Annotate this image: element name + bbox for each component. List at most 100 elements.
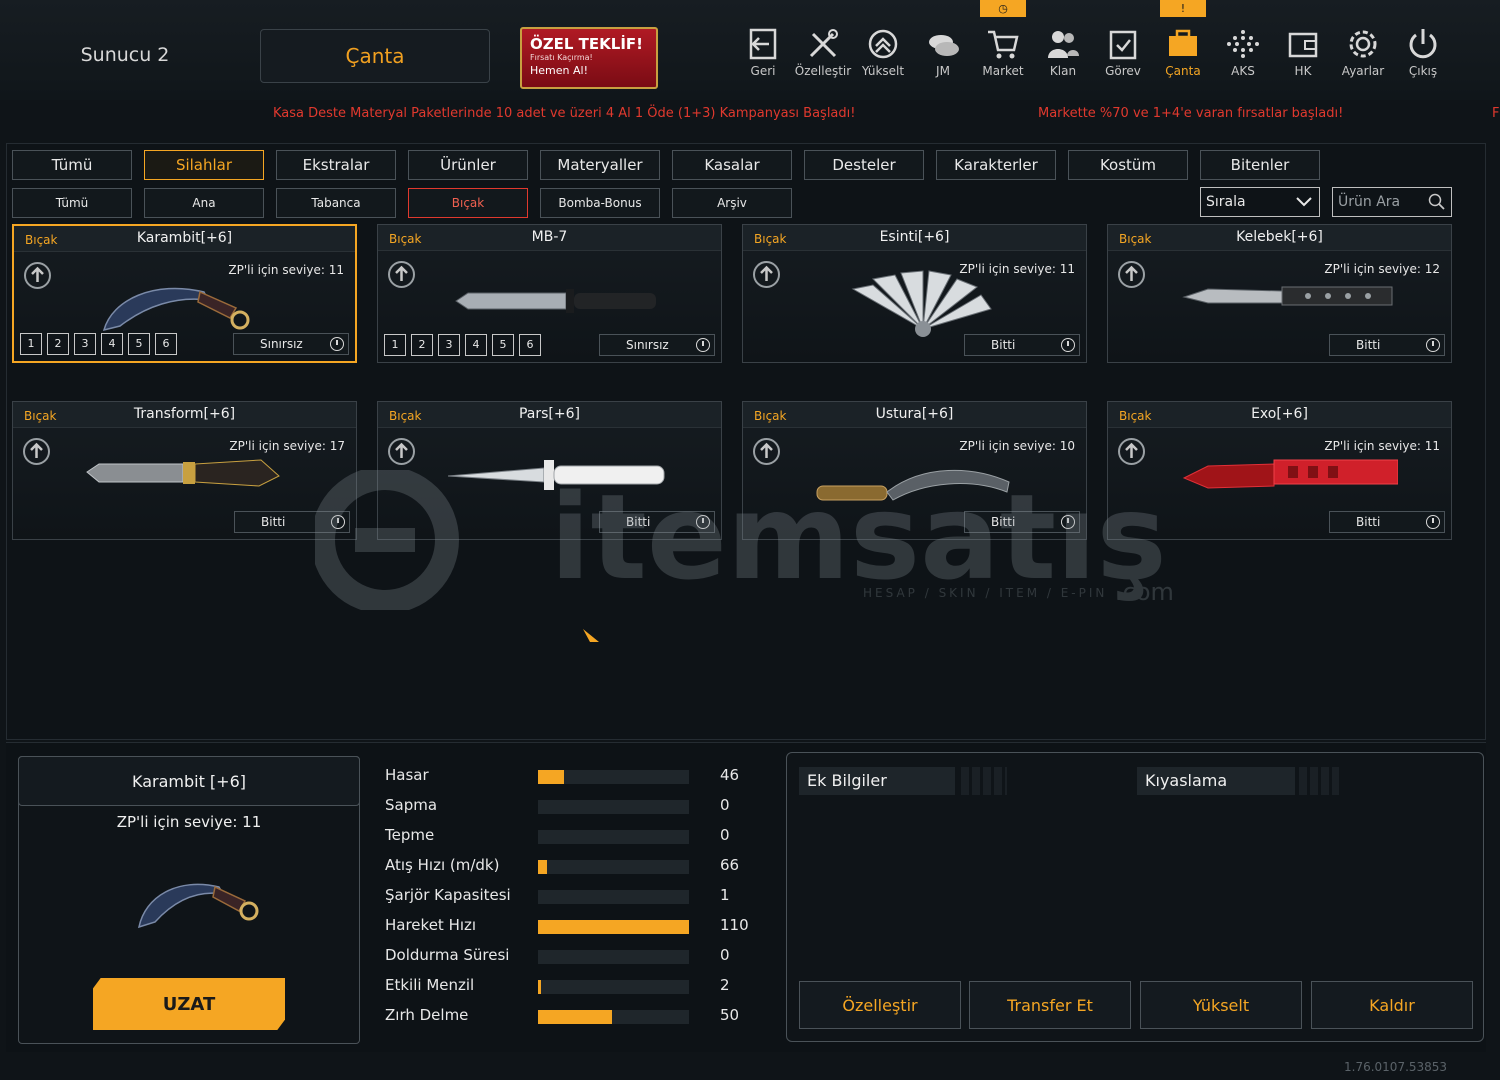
upgrade-arrow-icon[interactable] xyxy=(388,261,415,288)
tab-5[interactable]: Kasalar xyxy=(672,150,792,180)
slot-5[interactable]: 5 xyxy=(492,334,514,356)
upgrade-arrow-icon[interactable] xyxy=(23,438,50,465)
tab-extra-info[interactable]: Ek Bilgiler xyxy=(799,767,955,795)
slot-3[interactable]: 3 xyxy=(438,334,460,356)
clock-icon xyxy=(1061,338,1075,352)
slot-row: 123456 xyxy=(384,334,541,356)
subtab-5[interactable]: Arşiv xyxy=(672,188,792,218)
tab-7[interactable]: Karakterler xyxy=(936,150,1056,180)
item-name: Kelebek[+6] xyxy=(1236,229,1323,245)
nav-label: Klan xyxy=(1049,64,1077,78)
stat-bar-fill xyxy=(538,920,689,934)
market-timer-badge: ◷ xyxy=(980,0,1026,17)
upgrade-arrow-icon[interactable] xyxy=(1118,261,1145,288)
stat-label: Etkili Menzil xyxy=(385,976,475,994)
tab-6[interactable]: Desteler xyxy=(804,150,924,180)
cart-icon xyxy=(973,26,1033,62)
subtab-0[interactable]: Tümü xyxy=(12,188,132,218)
tab-3[interactable]: Ürünler xyxy=(408,150,528,180)
watermark-logo: itemsatış HESAP / SKIN / ITEM / E-PIN .c… xyxy=(315,470,1174,610)
tab-2[interactable]: Ekstralar xyxy=(276,150,396,180)
extend-button[interactable]: UZAT xyxy=(93,978,285,1030)
nav-market[interactable]: Market xyxy=(973,26,1033,78)
subtab-1[interactable]: Ana xyxy=(144,188,264,218)
nav-klan[interactable]: Klan xyxy=(1033,26,1093,78)
stat-row: Tepme 0 xyxy=(385,826,755,848)
slot-1[interactable]: 1 xyxy=(384,334,406,356)
slot-3[interactable]: 3 xyxy=(74,333,96,355)
nav-yükselt[interactable]: Yükselt xyxy=(853,26,913,78)
chevron-down-icon xyxy=(1296,197,1312,207)
status-label: Bitti xyxy=(1356,515,1381,529)
search-icon[interactable] xyxy=(1428,193,1446,211)
item-card[interactable]: Bıçak Esinti[+6] ZP'li için seviye: 11 Bitt… xyxy=(742,224,1087,363)
item-card[interactable]: Bıçak Karambit[+6] ZP'li için seviye: 11 Sı… xyxy=(12,224,357,363)
subtab-4[interactable]: Bomba-Bonus xyxy=(540,188,660,218)
nav-hk[interactable]: HK xyxy=(1273,26,1333,78)
sort-dropdown[interactable]: Sırala xyxy=(1200,187,1320,217)
nav-çıkış[interactable]: Çıkış xyxy=(1393,26,1453,78)
slot-6[interactable]: 6 xyxy=(519,334,541,356)
mouse-cursor-icon xyxy=(583,629,599,642)
remove-button[interactable]: Kaldır xyxy=(1311,981,1473,1029)
tab-0[interactable]: Tümü xyxy=(12,150,132,180)
stat-value: 0 xyxy=(720,946,730,964)
watermark-suffix: .com xyxy=(1115,578,1174,606)
upgrade-arrow-icon[interactable] xyxy=(1118,438,1145,465)
nav-label: Çıkış xyxy=(1408,64,1438,78)
nav-özelleştir[interactable]: Özelleştir xyxy=(793,26,853,78)
nav-label: Yükselt xyxy=(861,64,905,78)
upgrade-arrow-icon[interactable] xyxy=(753,438,780,465)
tab-4[interactable]: Materyaller xyxy=(540,150,660,180)
nav-aks[interactable]: AKS xyxy=(1213,26,1273,78)
stat-bar xyxy=(538,860,689,874)
stat-row: Hareket Hızı 110 xyxy=(385,916,755,938)
slot-2[interactable]: 2 xyxy=(47,333,69,355)
stat-bar xyxy=(538,830,689,844)
stat-row: Şarjör Kapasitesi 1 xyxy=(385,886,755,908)
nav-label: HK xyxy=(1294,64,1312,78)
nav-jm[interactable]: JM xyxy=(913,26,973,78)
search-input[interactable]: Ürün Ara xyxy=(1332,187,1452,217)
customize-button[interactable]: Özelleştir xyxy=(799,981,961,1029)
subtab-3[interactable]: Bıçak xyxy=(408,188,528,218)
wallet-icon xyxy=(1273,26,1333,62)
detail-level-requirement: ZP'li için seviye: 11 xyxy=(116,813,262,831)
status-label: Bitti xyxy=(991,338,1016,352)
nav-görev[interactable]: Görev xyxy=(1093,26,1153,78)
stat-row: Etkili Menzil 2 xyxy=(385,976,755,998)
watermark-tagline: HESAP / SKIN / ITEM / E-PIN xyxy=(863,586,1107,600)
upgrade-arrow-icon[interactable] xyxy=(24,262,51,289)
tools-icon xyxy=(793,26,853,62)
slot-4[interactable]: 4 xyxy=(465,334,487,356)
nav-ayarlar[interactable]: Ayarlar xyxy=(1333,26,1393,78)
nav-geri[interactable]: Geri xyxy=(733,26,793,78)
subtab-2[interactable]: Tabanca xyxy=(276,188,396,218)
status-label: Bitti xyxy=(1356,338,1381,352)
upgrade-button[interactable]: Yükselt xyxy=(1140,981,1302,1029)
exo-knife-image xyxy=(1182,459,1398,489)
slot-6[interactable]: 6 xyxy=(155,333,177,355)
upgrade-arrow-icon[interactable] xyxy=(388,438,415,465)
item-card[interactable]: Bıçak Kelebek[+6] ZP'li için seviye: 12 Bit… xyxy=(1107,224,1452,363)
slot-5[interactable]: 5 xyxy=(128,333,150,355)
nav-label: Market xyxy=(982,64,1024,78)
slot-2[interactable]: 2 xyxy=(411,334,433,356)
nav-label: Geri xyxy=(750,64,776,78)
slot-1[interactable]: 1 xyxy=(20,333,42,355)
tab-compare[interactable]: Kıyaslama xyxy=(1137,767,1295,795)
transfer-button[interactable]: Transfer Et xyxy=(969,981,1131,1029)
tab-8[interactable]: Kostüm xyxy=(1068,150,1188,180)
fan-knife-image xyxy=(851,270,992,337)
item-card[interactable]: Bıçak Transform[+6] ZP'li için seviye: 17 B… xyxy=(12,401,357,540)
slot-4[interactable]: 4 xyxy=(101,333,123,355)
tab-9[interactable]: Bitenler xyxy=(1200,150,1320,180)
tab-1[interactable]: Silahlar xyxy=(144,150,264,180)
nav-çanta[interactable]: Çanta xyxy=(1153,26,1213,78)
tab-divider xyxy=(1299,767,1339,795)
upgrade-arrow-icon[interactable] xyxy=(753,261,780,288)
status-label: Sınırsız xyxy=(626,338,669,352)
special-offer-button[interactable]: ÖZEL TEKLİF! Fırsatı Kaçırma! Hemen Al! xyxy=(520,27,658,89)
item-card[interactable]: Bıçak MB-7 Sınırsız 1 2 3 4 5 6 xyxy=(377,224,722,363)
bag-alert-badge: ! xyxy=(1160,0,1206,17)
